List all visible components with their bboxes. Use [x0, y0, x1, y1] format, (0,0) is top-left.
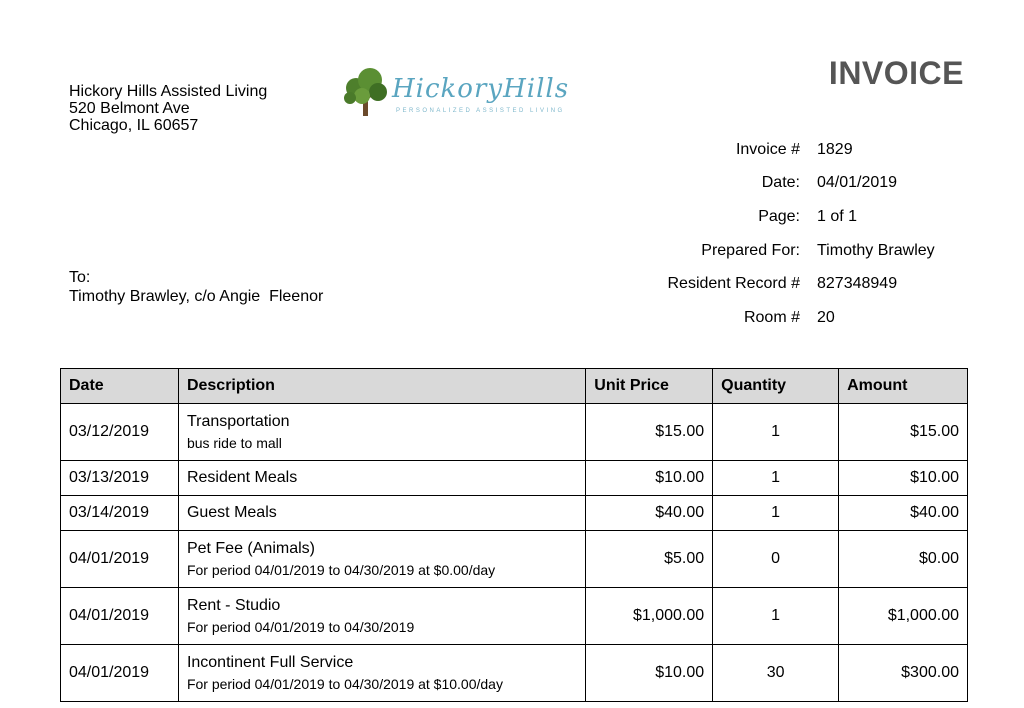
description-main: Pet Fee (Animals) — [186, 540, 315, 557]
cell-description: Guest Meals — [177, 495, 587, 531]
meta-room: Room # 20 — [600, 301, 960, 335]
meta-value: 1 of 1 — [817, 207, 858, 225]
description-main: Resident Meals — [186, 469, 298, 486]
cell-unit-price: $10.00 — [585, 460, 714, 496]
meta-invoice-number: Invoice # 1829 — [600, 133, 960, 167]
header-quantity: Quantity — [712, 368, 840, 404]
table-row: 03/12/2019 Transportation bus ride to ma… — [60, 403, 968, 461]
bill-to-name: Timothy Brawley, c/o Angie Fleenor — [69, 288, 324, 305]
header-description: Description — [177, 368, 587, 404]
cell-amount: $300.00 — [838, 644, 968, 702]
meta-prepared-for: Prepared For: Timothy Brawley — [600, 234, 960, 268]
tree-icon — [344, 68, 387, 116]
bill-to: To: Timothy Brawley, c/o Angie Fleenor — [69, 268, 323, 306]
description-main: Rent - Studio — [186, 597, 281, 614]
cell-unit-price: $1,000.00 — [585, 587, 714, 645]
cell-date: 03/13/2019 — [60, 460, 179, 496]
invoice-title: INVOICE — [828, 55, 964, 91]
cell-description: Transportation bus ride to mall — [177, 403, 587, 461]
meta-date: Date: 04/01/2019 — [600, 167, 960, 201]
description-sub: For period 04/01/2019 to 04/30/2019 at $… — [186, 562, 496, 578]
cell-unit-price: $15.00 — [585, 403, 714, 461]
cell-unit-price: $40.00 — [585, 495, 714, 531]
cell-amount: $15.00 — [838, 403, 968, 461]
company-name: Hickory Hills Assisted Living — [69, 83, 268, 100]
cell-description: Resident Meals — [177, 460, 587, 496]
cell-quantity: 1 — [712, 403, 840, 461]
cell-description: Pet Fee (Animals) For period 04/01/2019 … — [177, 530, 587, 588]
meta-label: Room # — [743, 308, 800, 326]
line-items-table: Date Description Unit Price Quantity Amo… — [60, 368, 968, 702]
cell-quantity: 0 — [712, 530, 840, 588]
meta-value: 827348949 — [817, 275, 898, 293]
cell-date: 04/01/2019 — [60, 530, 179, 588]
description-sub: bus ride to mall — [186, 435, 282, 451]
description-sub: For period 04/01/2019 to 04/30/2019 — [186, 619, 415, 635]
meta-label: Page: — [758, 207, 800, 225]
meta-page: Page: 1 of 1 — [600, 200, 960, 234]
cell-date: 04/01/2019 — [60, 644, 179, 702]
cell-quantity: 1 — [712, 587, 840, 645]
company-logo: HickoryHills PERSONALIZED ASSISTED LIVIN… — [340, 66, 580, 120]
meta-value: 1829 — [817, 140, 853, 158]
cell-amount: $0.00 — [838, 530, 968, 588]
cell-unit-price: $10.00 — [585, 644, 714, 702]
cell-quantity: 30 — [712, 644, 840, 702]
cell-unit-price: $5.00 — [585, 530, 714, 588]
header-date: Date — [60, 368, 179, 404]
meta-resident-record: Resident Record # 827348949 — [600, 267, 960, 301]
company-city: Chicago, IL 60657 — [69, 117, 199, 134]
cell-quantity: 1 — [712, 495, 840, 531]
table-row: 04/01/2019 Pet Fee (Animals) For period … — [60, 530, 968, 588]
description-main: Incontinent Full Service — [186, 654, 354, 671]
cell-date: 03/12/2019 — [60, 403, 179, 461]
cell-description: Incontinent Full Service For period 04/0… — [177, 644, 587, 702]
meta-label: Date: — [761, 174, 800, 192]
company-address: Hickory Hills Assisted Living 520 Belmon… — [69, 83, 267, 134]
header-amount: Amount — [838, 368, 968, 404]
description-main: Guest Meals — [186, 504, 277, 521]
meta-value: Timothy Brawley — [817, 241, 935, 259]
cell-date: 04/01/2019 — [60, 587, 179, 645]
meta-value: 20 — [817, 308, 835, 326]
meta-value: 04/01/2019 — [817, 174, 898, 192]
meta-label: Resident Record # — [667, 275, 800, 293]
cell-quantity: 1 — [712, 460, 840, 496]
header-unit-price: Unit Price — [585, 368, 714, 404]
company-street: 520 Belmont Ave — [69, 100, 190, 117]
table-row: 03/14/2019 Guest Meals $40.00 1 $40.00 — [60, 495, 968, 531]
invoice-meta: Invoice # 1829 Date: 04/01/2019 Page: 1 … — [600, 133, 960, 335]
bill-to-label: To: — [69, 269, 91, 286]
meta-label: Prepared For: — [701, 241, 800, 259]
cell-date: 03/14/2019 — [60, 495, 179, 531]
table-row: 04/01/2019 Rent - Studio For period 04/0… — [60, 587, 968, 645]
cell-amount: $40.00 — [838, 495, 968, 531]
table-header-row: Date Description Unit Price Quantity Amo… — [60, 368, 968, 404]
meta-label: Invoice # — [735, 140, 800, 158]
table-row: 04/01/2019 Incontinent Full Service For … — [60, 644, 968, 702]
logo-tagline: PERSONALIZED ASSISTED LIVING — [396, 108, 565, 114]
description-sub: For period 04/01/2019 to 04/30/2019 at $… — [186, 676, 503, 692]
cell-amount: $10.00 — [838, 460, 968, 496]
table-row: 03/13/2019 Resident Meals $10.00 1 $10.0… — [60, 460, 968, 496]
cell-description: Rent - Studio For period 04/01/2019 to 0… — [177, 587, 587, 645]
description-main: Transportation — [186, 413, 290, 430]
logo-text: HickoryHills — [392, 74, 570, 104]
cell-amount: $1,000.00 — [838, 587, 968, 645]
